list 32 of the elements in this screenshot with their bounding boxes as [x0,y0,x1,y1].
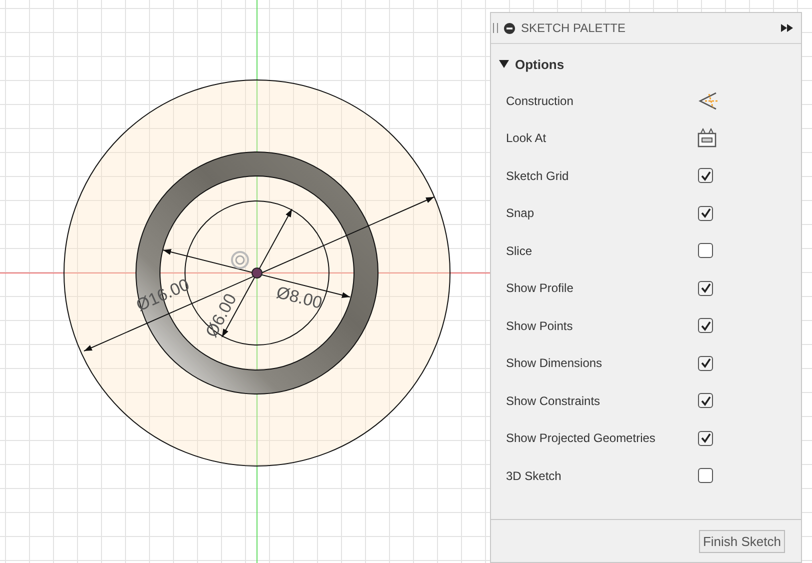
section-header[interactable]: Options [515,56,564,72]
option-label: Show Profile [506,281,574,296]
checkbox[interactable] [698,356,713,371]
option-label: Show Projected Geometries [506,431,656,446]
checkbox[interactable] [698,168,713,184]
checkbox[interactable] [698,430,713,446]
option-label: Snap [506,206,536,220]
caret-icon[interactable] [499,60,509,68]
checkbox[interactable] [698,243,713,258]
option-label: Show Points [506,318,574,333]
look-at-icon[interactable] [697,128,717,148]
center-point[interactable] [252,268,262,278]
panel-title: SKETCH PALETTE [521,21,626,35]
expand-icon[interactable] [781,24,793,32]
checkbox[interactable] [698,393,713,408]
option-label: Look At [506,131,548,146]
checkbox[interactable] [698,206,713,221]
collapse-icon[interactable] [504,22,515,34]
dimension-label[interactable]: Ø6.00 [202,290,240,340]
option-label: Construction [506,94,574,108]
option-label: Slice [506,244,534,258]
construction-icon[interactable] [697,90,719,111]
option-label: 3D Sketch [506,468,562,483]
checkbox[interactable] [698,468,713,484]
checkbox[interactable] [698,280,713,296]
dimension-label[interactable]: Ø8.00 [274,282,324,312]
option-label: Sketch Grid [506,168,570,183]
grip-icon[interactable] [493,23,498,33]
option-label: Show Dimensions [506,356,604,370]
option-label: Show Constraints [506,394,602,408]
checkbox[interactable] [698,318,713,334]
finish-sketch-button[interactable]: Finish Sketch [698,530,785,552]
